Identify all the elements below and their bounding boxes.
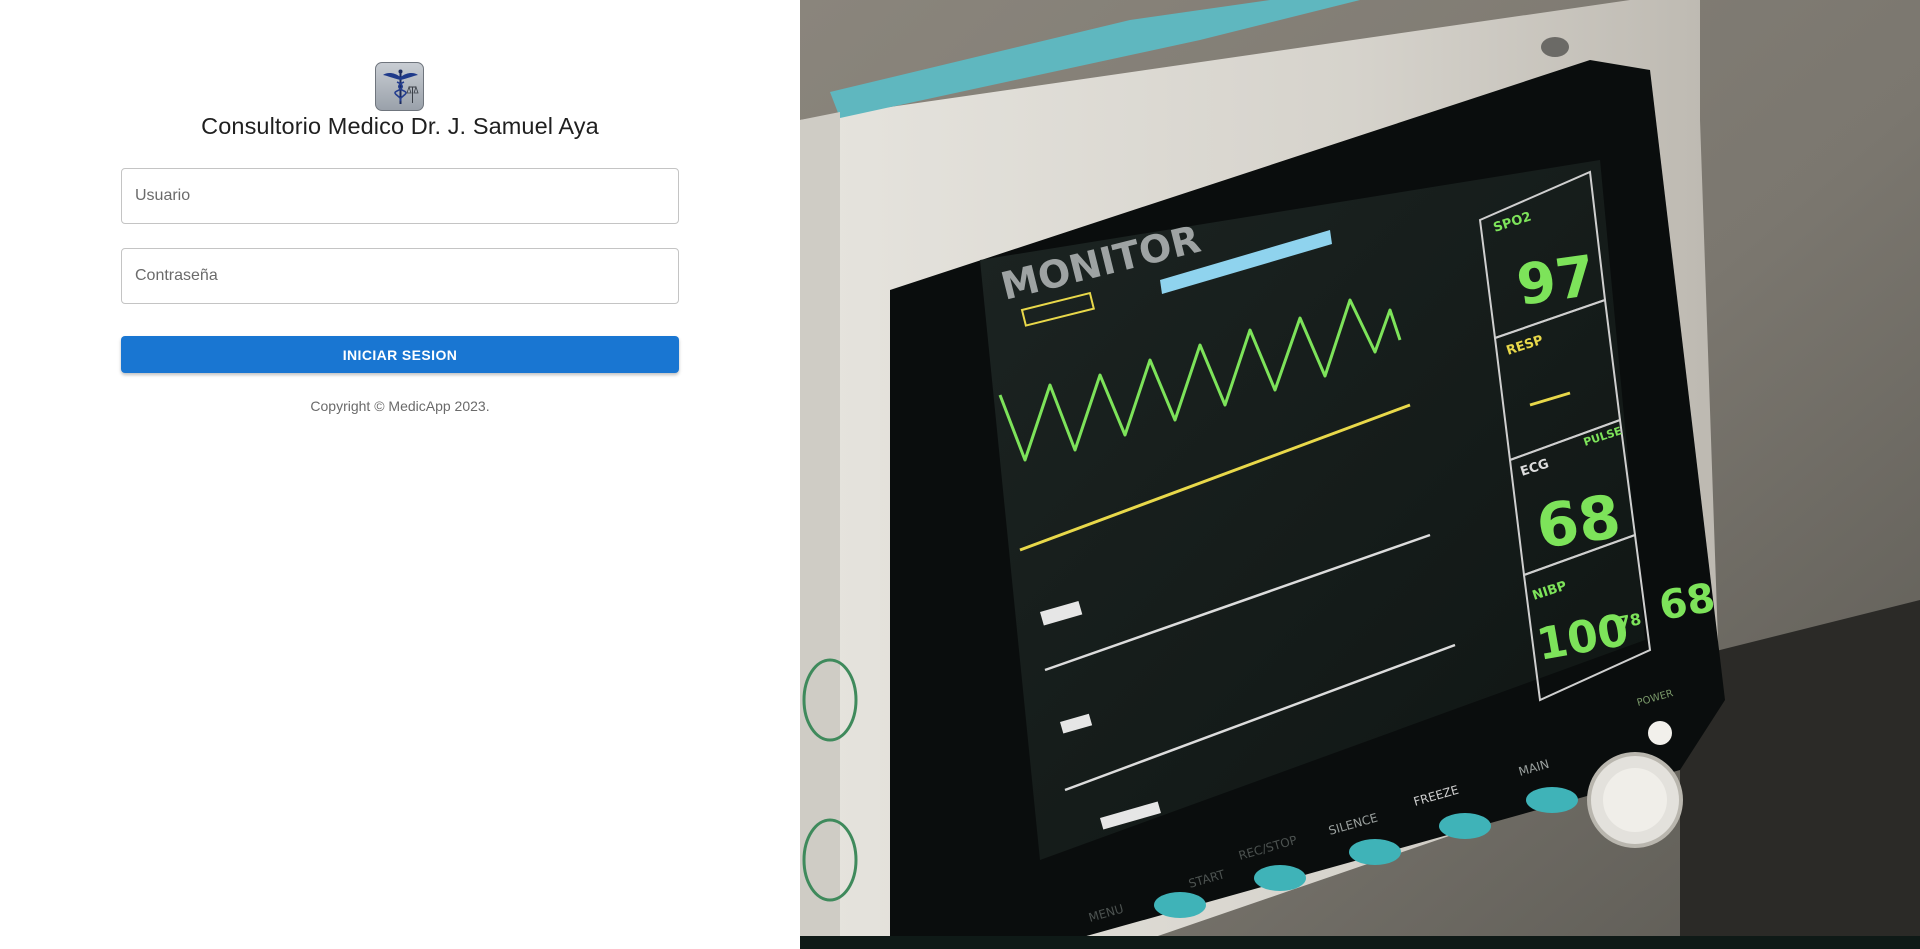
login-page: Consultorio Medico Dr. J. Samuel Aya INI… xyxy=(0,0,1920,949)
caduceus-icon xyxy=(375,62,424,111)
login-button[interactable]: INICIAR SESION xyxy=(121,336,679,373)
login-panel: Consultorio Medico Dr. J. Samuel Aya INI… xyxy=(0,0,800,949)
monitor-button xyxy=(1526,787,1578,813)
site-title: Consultorio Medico Dr. J. Samuel Aya xyxy=(201,113,599,139)
copyright-text: Copyright © MedicApp 2023. xyxy=(310,398,490,414)
monitor-button xyxy=(1154,892,1206,918)
nibp-map-value: 78 xyxy=(1617,609,1642,632)
spo2-value: 97 xyxy=(1513,244,1599,319)
patient-monitor-image: MONITOR SPO2 97 RESP ECG PULSE 68 NIBP 1… xyxy=(800,0,1920,949)
power-button xyxy=(1648,721,1672,745)
password-field[interactable] xyxy=(121,248,679,304)
hero-image: MONITOR SPO2 97 RESP ECG PULSE 68 NIBP 1… xyxy=(800,0,1920,949)
heart-rate-value: 68 xyxy=(1532,482,1624,563)
nibp-diastolic-value: 68 xyxy=(1656,575,1719,630)
username-input[interactable] xyxy=(122,169,678,223)
monitor-button xyxy=(1254,865,1306,891)
image-bottom-strip xyxy=(800,936,1920,949)
password-input[interactable] xyxy=(122,249,678,303)
username-field[interactable] xyxy=(121,168,679,224)
monitor-button xyxy=(1349,839,1401,865)
monitor-button xyxy=(1439,813,1491,839)
